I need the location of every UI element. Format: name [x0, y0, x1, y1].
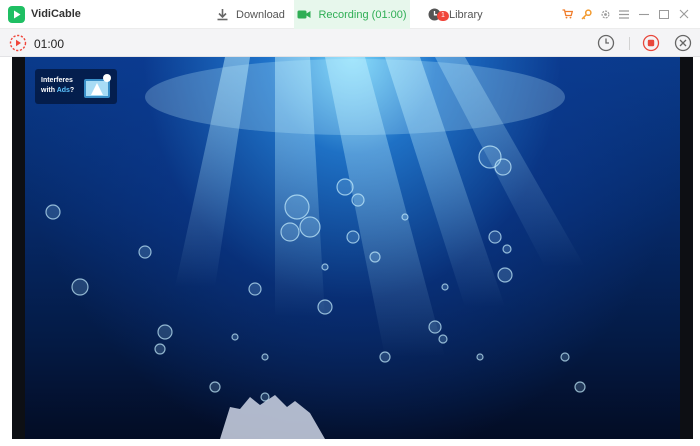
tab-download-label: Download — [236, 8, 285, 21]
gear-icon[interactable] — [599, 8, 611, 20]
library-badge: 1 — [437, 11, 449, 21]
cart-icon[interactable] — [561, 8, 573, 20]
key-icon[interactable] — [580, 8, 592, 20]
video-camera-icon — [297, 10, 311, 19]
app-title: VidiCable — [31, 8, 81, 20]
ad-text-ads: Ads — [56, 87, 70, 94]
tab-download[interactable]: Download — [216, 0, 292, 29]
stop-icon — [642, 34, 660, 52]
schedule-clock-icon[interactable] — [596, 33, 616, 53]
ad-text-line1: Interferes — [41, 77, 73, 84]
tab-recording-label: Recording (01:00) — [318, 8, 407, 21]
maximize-icon[interactable] — [658, 8, 670, 20]
close-recording-button[interactable] — [673, 33, 693, 53]
video-player[interactable]: Interferes with Ads? — [25, 57, 680, 439]
minimize-icon[interactable] — [638, 8, 650, 20]
tab-library-label: Library — [449, 8, 483, 21]
tab-recording[interactable]: Recording (01:00) — [294, 0, 410, 29]
ad-text-question: ? — [69, 87, 75, 94]
recording-timer: 01:00 — [34, 37, 65, 51]
toolbar-divider — [629, 37, 630, 50]
menu-icon[interactable] — [618, 8, 630, 20]
title-bar: VidiCable Download Recording (01:00) 1 L… — [0, 0, 700, 29]
recording-toolbar: 01:00 — [0, 29, 700, 57]
recording-indicator-icon — [9, 34, 27, 52]
vidicable-logo-icon — [8, 6, 25, 23]
stop-recording-button[interactable] — [641, 33, 661, 53]
ad-overlay[interactable]: Interferes with Ads? — [35, 69, 117, 104]
close-icon[interactable] — [678, 8, 690, 20]
download-icon — [217, 9, 228, 21]
tab-library[interactable]: 1 Library — [428, 0, 488, 29]
bubbles-decoration — [45, 145, 586, 439]
ad-blocker-icon — [84, 74, 111, 98]
close-circle-icon — [674, 34, 692, 52]
ad-text-with: with — [41, 87, 57, 94]
video-frame: Interferes with Ads? — [12, 57, 693, 439]
